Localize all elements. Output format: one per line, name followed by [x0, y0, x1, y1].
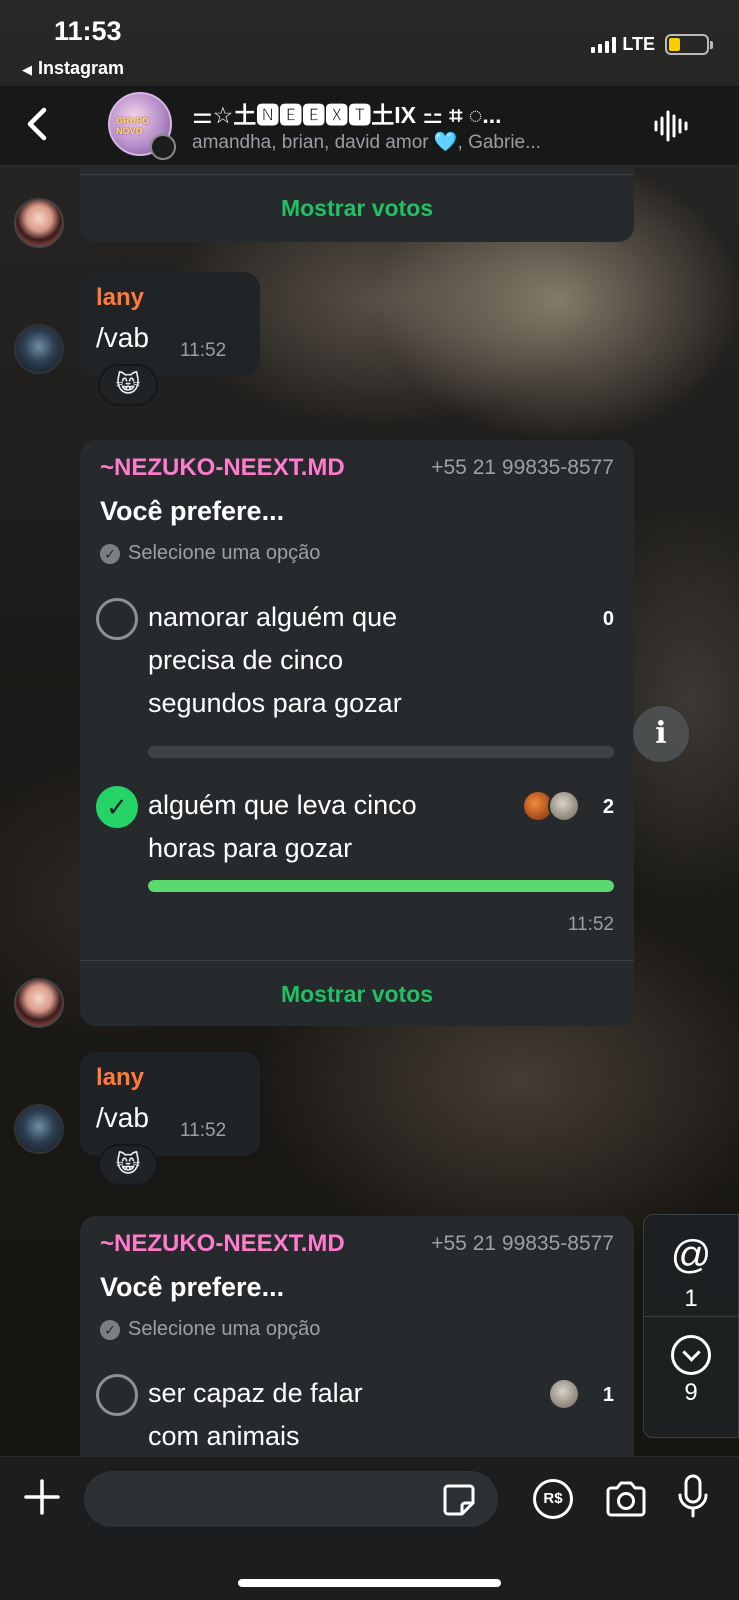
payment-icon[interactable]: R$	[533, 1479, 573, 1519]
poll-option-line: namorar alguém que	[148, 602, 398, 632]
poll-sender-name[interactable]: ~NEZUKO-NEEXT.MD	[100, 1230, 345, 1258]
poll-hint: ✓ Selecione uma opção	[100, 542, 320, 565]
reaction-badge[interactable]: 😸	[98, 1144, 158, 1186]
info-icon[interactable]: i	[633, 706, 689, 762]
poll-question: Você prefere...	[100, 496, 285, 526]
reaction-badge[interactable]: 😸	[98, 364, 158, 406]
back-triangle-icon: ◀	[22, 62, 32, 77]
unread-count: 9	[684, 1379, 698, 1406]
poll-option-text[interactable]: alguém que leva cinco horas para gozar	[148, 784, 417, 870]
poll-hint: ✓ Selecione uma opção	[100, 1318, 320, 1341]
group-avatar-text: GRUPO NOVO	[116, 116, 150, 136]
back-chevron-icon[interactable]	[22, 104, 52, 144]
message-time: 11:52	[180, 1120, 227, 1141]
voice-chat-icon[interactable]	[653, 108, 689, 144]
disappearing-timer-icon	[150, 134, 176, 160]
chevron-down-circle-icon	[671, 1335, 711, 1375]
poll-option-bar-fill	[148, 880, 614, 892]
poll-option-bar	[148, 746, 614, 758]
jump-panel: @ 1 9	[643, 1214, 739, 1438]
back-app-label: Instagram	[38, 58, 125, 78]
attach-plus-icon[interactable]	[22, 1477, 62, 1517]
poll-option-radio-checked[interactable]: ✓	[96, 786, 138, 828]
chat-header: GRUPO NOVO ⚌☆⼟🅽🅴🅴🆇🆃⼟IX ⚍ ⌗ ◌... amandha,…	[0, 86, 739, 166]
poll-message-2: ~NEZUKO-NEEXT.MD +55 21 99835-8577 Você …	[80, 440, 634, 1026]
sender-name: lany	[96, 284, 145, 311]
poll-sender-name[interactable]: ~NEZUKO-NEEXT.MD	[100, 454, 345, 482]
text-message-lany-1[interactable]: lany /vab 11:52	[80, 272, 260, 376]
text-message-lany-2[interactable]: lany /vab 11:52	[80, 1052, 260, 1156]
jump-to-mention-button[interactable]: @ 1	[644, 1215, 738, 1317]
mention-count: 1	[684, 1285, 698, 1312]
network-type: LTE	[622, 34, 655, 54]
show-votes-button[interactable]: Mostrar votos	[80, 961, 634, 1027]
message-text: /vab	[96, 1102, 149, 1133]
scroll-to-bottom-button[interactable]: 9	[644, 1335, 738, 1437]
poll-sender-phone: +55 21 99835-8577	[431, 456, 614, 479]
microphone-icon[interactable]	[676, 1473, 710, 1521]
sticker-icon[interactable]	[442, 1483, 476, 1517]
sender-name: lany	[96, 1064, 145, 1091]
sender-avatar-lany[interactable]	[14, 324, 64, 374]
poll-option-text[interactable]: namorar alguém que precisa de cinco segu…	[148, 596, 402, 725]
message-time: 11:52	[567, 914, 614, 935]
message-list[interactable]: Mostrar votos lany /vab 11:52 😸 ~NEZUKO-…	[0, 166, 739, 1456]
sender-avatar-nezuko[interactable]	[14, 978, 64, 1028]
check-circle-icon: ✓	[100, 543, 120, 564]
poll-option-line: segundos para gozar	[148, 688, 402, 718]
check-circle-icon: ✓	[100, 1319, 120, 1340]
poll-option-text[interactable]: ser capaz de falar com animais	[148, 1372, 363, 1456]
poll-question: Você prefere...	[100, 1272, 285, 1302]
poll-hint-text: Selecione uma opção	[128, 542, 321, 564]
poll-option-line: horas para gozar	[148, 833, 353, 863]
group-avatar[interactable]: GRUPO NOVO	[108, 92, 176, 160]
poll-option-line: precisa de cinco	[148, 645, 344, 675]
show-votes-button[interactable]: Mostrar votos	[80, 175, 634, 241]
poll-option-count: 1	[602, 1384, 614, 1406]
back-to-app-link[interactable]: ◀ Instagram	[22, 58, 124, 79]
sender-avatar-nezuko[interactable]	[14, 198, 64, 248]
poll-hint-text: Selecione uma opção	[128, 1318, 321, 1340]
poll-option-radio[interactable]	[96, 1374, 138, 1416]
sender-avatar-lany[interactable]	[14, 1104, 64, 1154]
poll-option-radio[interactable]	[96, 598, 138, 640]
poll-sender-phone: +55 21 99835-8577	[431, 1232, 614, 1255]
message-text: /vab	[96, 322, 149, 353]
camera-icon[interactable]	[604, 1479, 648, 1519]
home-indicator[interactable]	[238, 1579, 501, 1587]
at-sign-icon: @	[670, 1233, 712, 1277]
voter-avatar[interactable]	[548, 790, 580, 822]
status-bar: 11:53 ◀ Instagram LTE	[0, 0, 739, 86]
group-members[interactable]: amandha, brian, david amor 🩵, Gabrie...	[192, 130, 622, 154]
poll-option-bar	[148, 880, 614, 892]
group-title[interactable]: ⚌☆⼟🅽🅴🅴🆇🆃⼟IX ⚍ ⌗ ◌...	[192, 96, 622, 130]
poll-message-3: ~NEZUKO-NEEXT.MD +55 21 99835-8577 Você …	[80, 1216, 634, 1456]
battery-icon	[665, 34, 713, 55]
poll-option-line: com animais	[148, 1421, 300, 1451]
poll-option-count: 0	[602, 608, 614, 630]
voter-avatar[interactable]	[548, 1378, 580, 1410]
poll-option-count: 2	[602, 796, 614, 818]
poll-message-1: Mostrar votos	[80, 166, 634, 242]
message-input[interactable]	[84, 1471, 498, 1527]
status-time: 11:53	[54, 16, 122, 46]
signal-icon	[591, 36, 617, 53]
message-time: 11:52	[180, 340, 227, 361]
poll-option-line: alguém que leva cinco	[148, 790, 417, 820]
poll-option-line: ser capaz de falar	[148, 1378, 363, 1408]
status-indicators: LTE	[591, 34, 713, 55]
